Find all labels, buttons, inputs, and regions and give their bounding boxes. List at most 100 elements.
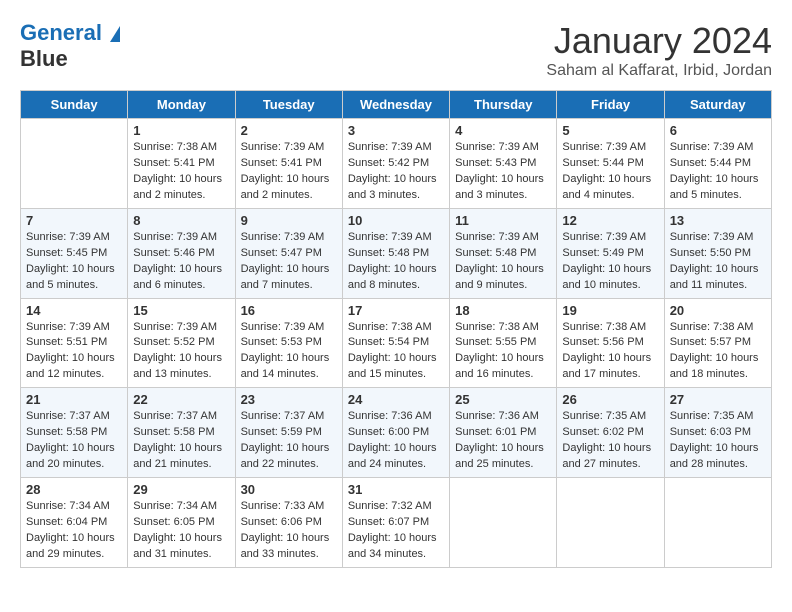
calendar-week-4: 21 Sunrise: 7:37 AM Sunset: 5:58 PM Dayli… [21, 388, 772, 478]
calendar-cell: 28 Sunrise: 7:34 AM Sunset: 6:04 PM Dayli… [21, 478, 128, 568]
weekday-header-row: SundayMondayTuesdayWednesdayThursdayFrid… [21, 91, 772, 119]
day-number: 10 [348, 213, 444, 228]
calendar-cell: 31 Sunrise: 7:32 AM Sunset: 6:07 PM Dayli… [342, 478, 449, 568]
day-number: 12 [562, 213, 658, 228]
calendar-cell: 26 Sunrise: 7:35 AM Sunset: 6:02 PM Dayli… [557, 388, 664, 478]
day-info: Sunrise: 7:39 AM Sunset: 5:43 PM Dayligh… [455, 140, 551, 204]
day-info: Sunrise: 7:39 AM Sunset: 5:46 PM Dayligh… [133, 230, 229, 294]
day-number: 23 [241, 392, 337, 407]
calendar-cell: 3 Sunrise: 7:39 AM Sunset: 5:42 PM Daylig… [342, 119, 449, 209]
day-info: Sunrise: 7:39 AM Sunset: 5:53 PM Dayligh… [241, 320, 337, 384]
weekday-header-monday: Monday [128, 91, 235, 119]
calendar-cell: 15 Sunrise: 7:39 AM Sunset: 5:52 PM Dayli… [128, 298, 235, 388]
calendar-cell: 17 Sunrise: 7:38 AM Sunset: 5:54 PM Dayli… [342, 298, 449, 388]
calendar-cell: 13 Sunrise: 7:39 AM Sunset: 5:50 PM Dayli… [664, 208, 771, 298]
calendar-cell: 25Sunrise: 7:36 AM Sunset: 6:01 PM Dayli… [450, 388, 557, 478]
day-info: Sunrise: 7:38 AM Sunset: 5:55 PM Dayligh… [455, 320, 551, 384]
calendar-cell: 5 Sunrise: 7:39 AM Sunset: 5:44 PM Daylig… [557, 119, 664, 209]
day-info: Sunrise: 7:37 AM Sunset: 5:58 PM Dayligh… [26, 409, 122, 473]
day-info: Sunrise: 7:36 AM Sunset: 6:00 PM Dayligh… [348, 409, 444, 473]
logo-triangle-icon [110, 26, 120, 42]
calendar-cell: 9Sunrise: 7:39 AM Sunset: 5:47 PM Daylig… [235, 208, 342, 298]
day-info: Sunrise: 7:35 AM Sunset: 6:02 PM Dayligh… [562, 409, 658, 473]
calendar-cell: 21 Sunrise: 7:37 AM Sunset: 5:58 PM Dayli… [21, 388, 128, 478]
calendar-cell: 16 Sunrise: 7:39 AM Sunset: 5:53 PM Dayli… [235, 298, 342, 388]
day-info: Sunrise: 7:35 AM Sunset: 6:03 PM Dayligh… [670, 409, 766, 473]
day-info: Sunrise: 7:39 AM Sunset: 5:51 PM Dayligh… [26, 320, 122, 384]
day-info: Sunrise: 7:39 AM Sunset: 5:44 PM Dayligh… [670, 140, 766, 204]
month-title: January 2024 [546, 20, 772, 62]
weekday-header-thursday: Thursday [450, 91, 557, 119]
day-number: 11 [455, 213, 551, 228]
day-number: 15 [133, 303, 229, 318]
day-number: 1 [133, 123, 229, 138]
calendar-week-5: 28 Sunrise: 7:34 AM Sunset: 6:04 PM Dayli… [21, 478, 772, 568]
weekday-header-saturday: Saturday [664, 91, 771, 119]
day-info: Sunrise: 7:36 AM Sunset: 6:01 PM Dayligh… [455, 409, 551, 473]
calendar-cell: 10 Sunrise: 7:39 AM Sunset: 5:48 PM Dayli… [342, 208, 449, 298]
day-number: 5 [562, 123, 658, 138]
calendar-cell: 23 Sunrise: 7:37 AM Sunset: 5:59 PM Dayli… [235, 388, 342, 478]
day-info: Sunrise: 7:34 AM Sunset: 6:04 PM Dayligh… [26, 499, 122, 563]
day-number: 31 [348, 482, 444, 497]
day-info: Sunrise: 7:39 AM Sunset: 5:44 PM Dayligh… [562, 140, 658, 204]
weekday-header-friday: Friday [557, 91, 664, 119]
logo: General Blue [20, 20, 120, 73]
day-info: Sunrise: 7:39 AM Sunset: 5:48 PM Dayligh… [455, 230, 551, 294]
calendar-cell: 18Sunrise: 7:38 AM Sunset: 5:55 PM Dayli… [450, 298, 557, 388]
day-number: 27 [670, 392, 766, 407]
calendar-table: SundayMondayTuesdayWednesdayThursdayFrid… [20, 90, 772, 568]
day-info: Sunrise: 7:38 AM Sunset: 5:57 PM Dayligh… [670, 320, 766, 384]
calendar-cell: 7Sunrise: 7:39 AM Sunset: 5:45 PM Daylig… [21, 208, 128, 298]
day-number: 29 [133, 482, 229, 497]
day-number: 26 [562, 392, 658, 407]
day-number: 14 [26, 303, 122, 318]
calendar-cell [557, 478, 664, 568]
title-section: January 2024 Saham al Kaffarat, Irbid, J… [546, 20, 772, 80]
day-number: 21 [26, 392, 122, 407]
day-info: Sunrise: 7:39 AM Sunset: 5:50 PM Dayligh… [670, 230, 766, 294]
day-info: Sunrise: 7:38 AM Sunset: 5:56 PM Dayligh… [562, 320, 658, 384]
calendar-header: SundayMondayTuesdayWednesdayThursdayFrid… [21, 91, 772, 119]
day-number: 13 [670, 213, 766, 228]
calendar-week-2: 7Sunrise: 7:39 AM Sunset: 5:45 PM Daylig… [21, 208, 772, 298]
weekday-header-tuesday: Tuesday [235, 91, 342, 119]
calendar-cell: 12 Sunrise: 7:39 AM Sunset: 5:49 PM Dayli… [557, 208, 664, 298]
calendar-cell: 20 Sunrise: 7:38 AM Sunset: 5:57 PM Dayli… [664, 298, 771, 388]
day-number: 16 [241, 303, 337, 318]
day-number: 24 [348, 392, 444, 407]
day-info: Sunrise: 7:39 AM Sunset: 5:41 PM Dayligh… [241, 140, 337, 204]
day-number: 9 [241, 213, 337, 228]
calendar-cell: 6Sunrise: 7:39 AM Sunset: 5:44 PM Daylig… [664, 119, 771, 209]
day-info: Sunrise: 7:39 AM Sunset: 5:42 PM Dayligh… [348, 140, 444, 204]
day-number: 30 [241, 482, 337, 497]
calendar-cell: 11 Sunrise: 7:39 AM Sunset: 5:48 PM Dayli… [450, 208, 557, 298]
calendar-week-3: 14 Sunrise: 7:39 AM Sunset: 5:51 PM Dayli… [21, 298, 772, 388]
day-info: Sunrise: 7:37 AM Sunset: 5:58 PM Dayligh… [133, 409, 229, 473]
calendar-cell: 30 Sunrise: 7:33 AM Sunset: 6:06 PM Dayli… [235, 478, 342, 568]
calendar-cell: 29Sunrise: 7:34 AM Sunset: 6:05 PM Dayli… [128, 478, 235, 568]
day-info: Sunrise: 7:39 AM Sunset: 5:49 PM Dayligh… [562, 230, 658, 294]
day-info: Sunrise: 7:38 AM Sunset: 5:41 PM Dayligh… [133, 140, 229, 204]
day-number: 28 [26, 482, 122, 497]
day-info: Sunrise: 7:39 AM Sunset: 5:52 PM Dayligh… [133, 320, 229, 384]
day-number: 3 [348, 123, 444, 138]
day-number: 8 [133, 213, 229, 228]
day-number: 17 [348, 303, 444, 318]
day-info: Sunrise: 7:32 AM Sunset: 6:07 PM Dayligh… [348, 499, 444, 563]
day-number: 7 [26, 213, 122, 228]
day-number: 22 [133, 392, 229, 407]
weekday-header-wednesday: Wednesday [342, 91, 449, 119]
day-info: Sunrise: 7:37 AM Sunset: 5:59 PM Dayligh… [241, 409, 337, 473]
calendar-cell: 22 Sunrise: 7:37 AM Sunset: 5:58 PM Dayli… [128, 388, 235, 478]
day-info: Sunrise: 7:38 AM Sunset: 5:54 PM Dayligh… [348, 320, 444, 384]
calendar-body: 1 Sunrise: 7:38 AM Sunset: 5:41 PM Daylig… [21, 119, 772, 568]
logo-text: General Blue [20, 20, 120, 73]
calendar-cell [21, 119, 128, 209]
day-number: 19 [562, 303, 658, 318]
day-number: 20 [670, 303, 766, 318]
calendar-cell: 1 Sunrise: 7:38 AM Sunset: 5:41 PM Daylig… [128, 119, 235, 209]
calendar-cell: 4Sunrise: 7:39 AM Sunset: 5:43 PM Daylig… [450, 119, 557, 209]
day-info: Sunrise: 7:33 AM Sunset: 6:06 PM Dayligh… [241, 499, 337, 563]
day-info: Sunrise: 7:39 AM Sunset: 5:48 PM Dayligh… [348, 230, 444, 294]
